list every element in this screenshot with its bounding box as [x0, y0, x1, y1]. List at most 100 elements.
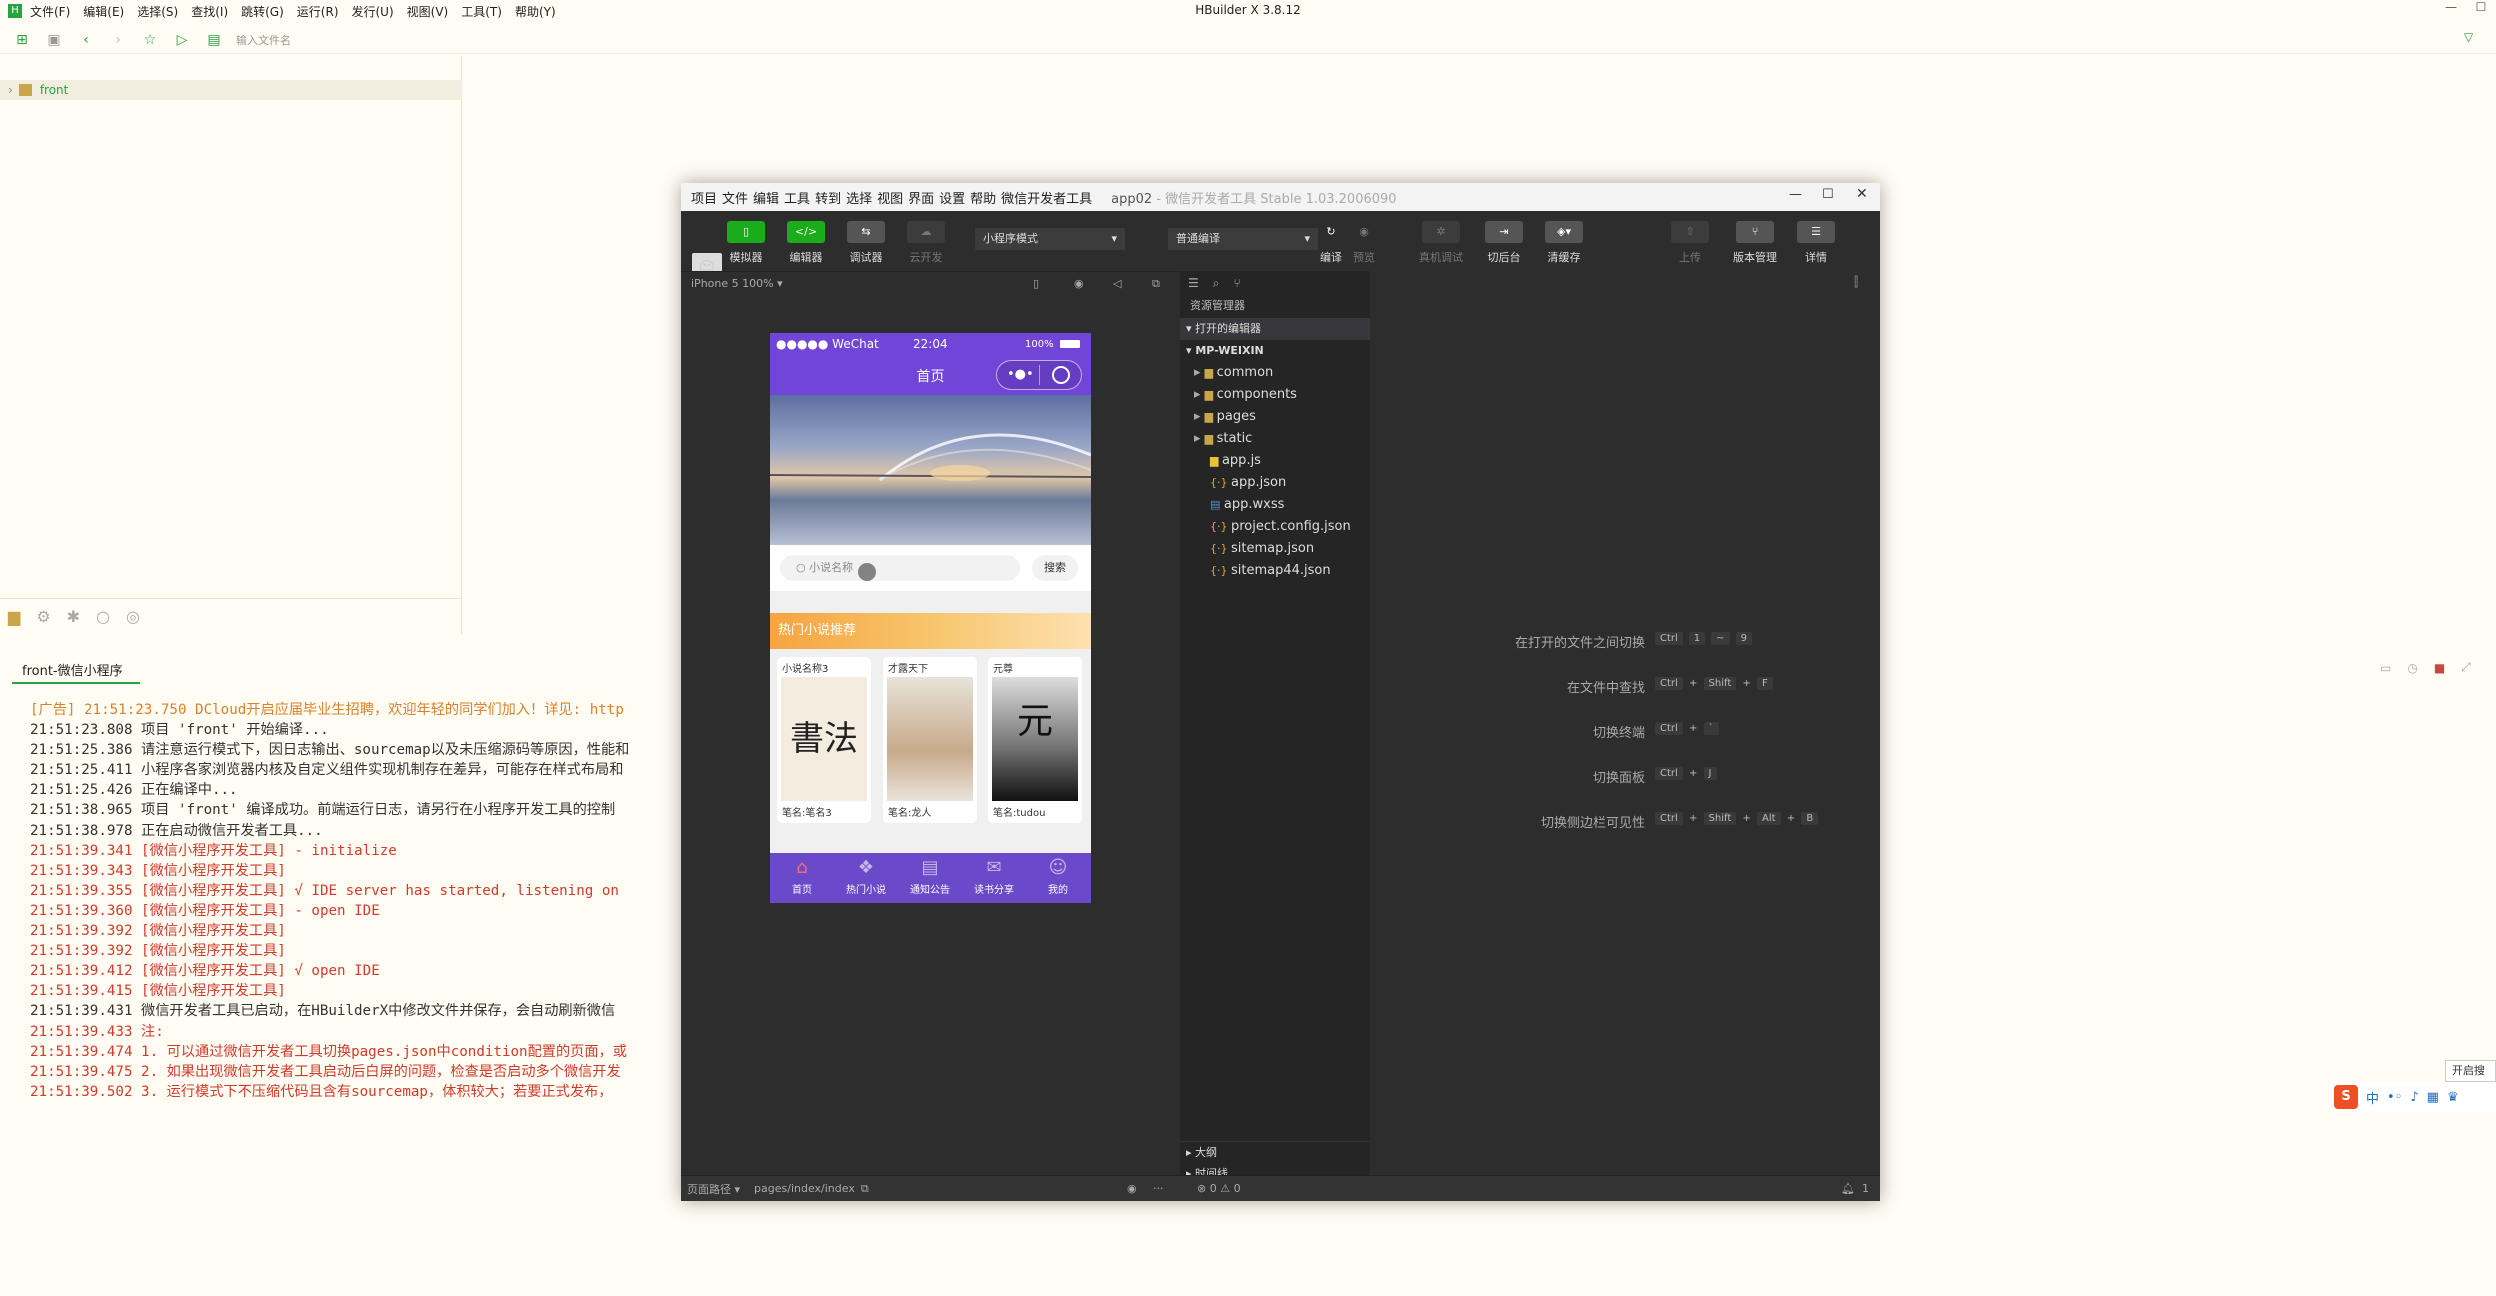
tab-hot[interactable]: ❖ 热门小说: [834, 853, 898, 903]
novel-search-input[interactable]: ○ 小说名称: [780, 555, 1020, 581]
chinese-mode-icon[interactable]: 中: [2366, 1088, 2379, 1107]
wx-maximize-icon[interactable]: ☐: [1822, 187, 1834, 202]
forward-icon[interactable]: ›: [108, 30, 128, 50]
more-icon[interactable]: ···: [1153, 1182, 1164, 1195]
details-button[interactable]: ☰ 详情: [1797, 221, 1835, 265]
remote-debug-button[interactable]: ✲ 真机调试: [1419, 221, 1463, 265]
history-icon[interactable]: ◷: [2407, 661, 2417, 675]
simulator-button[interactable]: ▯ 模拟器: [727, 221, 765, 265]
banner-image[interactable]: [770, 395, 1091, 545]
page-path-select[interactable]: 页面路径 ▾: [687, 1181, 740, 1197]
clear-cache-button[interactable]: ◈▾ 清缓存: [1545, 221, 1583, 265]
list-icon[interactable]: ☰: [1188, 276, 1199, 290]
wx-menu-settings[interactable]: 设置: [939, 188, 965, 207]
tab-mine[interactable]: ☺ 我的: [1026, 853, 1090, 903]
compile-button[interactable]: ↻ 编译: [1318, 221, 1344, 265]
star-icon[interactable]: ☆: [140, 30, 160, 50]
sogou-logo-icon[interactable]: S: [2334, 1085, 2358, 1109]
run-icon[interactable]: ▷: [172, 30, 192, 50]
search-placeholder: 小说名称: [809, 561, 854, 574]
punctuation-icon[interactable]: •◦: [2387, 1090, 2402, 1105]
novel-card[interactable]: 才露天下 笔名:龙人: [883, 657, 977, 823]
file-item[interactable]: {·} sitemap.json: [1180, 538, 1370, 560]
novel-card[interactable]: 元尊 元 笔名:tudou: [988, 657, 1082, 823]
tab-notice[interactable]: ▤ 通知公告: [898, 853, 962, 903]
new-file-icon[interactable]: ⊞: [12, 30, 32, 50]
folder-item[interactable]: ▸ ▆ pages: [1180, 406, 1370, 428]
volume-icon[interactable]: ◁: [1113, 277, 1121, 290]
save-icon[interactable]: ▣: [44, 30, 64, 50]
search-icon[interactable]: ⌕: [1213, 276, 1220, 291]
file-item[interactable]: ▆ app.js: [1180, 450, 1370, 472]
filter-icon[interactable]: ▽: [2464, 30, 2473, 44]
wx-menu-project[interactable]: 项目: [691, 188, 717, 207]
wx-menu-view[interactable]: 视图: [877, 188, 903, 207]
wx-menu-help[interactable]: 帮助: [970, 188, 996, 207]
wx-menu-edit[interactable]: 编辑: [753, 188, 779, 207]
capsule-button[interactable]: •●•: [996, 360, 1082, 390]
file-search-input[interactable]: 输入文件名: [236, 32, 291, 48]
copy-icon[interactable]: ⧉: [861, 1182, 869, 1196]
minimize-icon[interactable]: —: [2436, 0, 2466, 22]
wx-menu-goto[interactable]: 转到: [815, 188, 841, 207]
folder-item[interactable]: ▸ ▆ common: [1180, 362, 1370, 384]
cloud-icon[interactable]: ◎: [126, 607, 140, 626]
project-tree-item[interactable]: › front: [0, 80, 462, 100]
wx-menu-select[interactable]: 选择: [846, 188, 872, 207]
tab-share[interactable]: ✉ 读书分享: [962, 853, 1026, 903]
search-button[interactable]: 搜索: [1032, 555, 1078, 581]
wx-minimize-icon[interactable]: —: [1789, 187, 1802, 202]
file-item[interactable]: ▤ app.wxss: [1180, 494, 1370, 516]
tab-home[interactable]: ⌂ 首页: [770, 853, 834, 903]
split-icon[interactable]: ⫿: [1854, 275, 1858, 290]
wx-close-icon[interactable]: ✕: [1856, 186, 1868, 202]
keyboard-icon[interactable]: ▦: [2427, 1090, 2439, 1105]
file-item[interactable]: {·} sitemap44.json: [1180, 560, 1370, 582]
preview-button[interactable]: ◉ 预览: [1351, 221, 1377, 265]
bug-icon[interactable]: ✱: [67, 607, 80, 626]
mic-icon[interactable]: ♪: [2410, 1090, 2418, 1105]
folder-item[interactable]: ▸ ▆ components: [1180, 384, 1370, 406]
plugin-icon[interactable]: ⚙: [36, 607, 50, 626]
device-icon[interactable]: ▯: [1033, 277, 1039, 290]
backend-button[interactable]: ⇥ 切后台: [1485, 221, 1523, 265]
file-item[interactable]: {·} project.config.json: [1180, 516, 1370, 538]
device-select[interactable]: iPhone 5 100% ▾: [691, 277, 783, 290]
record-icon[interactable]: ◉: [1074, 277, 1084, 290]
search-icon[interactable]: ○: [96, 607, 110, 626]
compile-select[interactable]: 普通编译 ▾: [1168, 228, 1318, 250]
console-tab[interactable]: front-微信小程序: [22, 660, 123, 679]
debugger-button[interactable]: ⇆ 调试器: [847, 221, 885, 265]
editor-button[interactable]: </> 编辑器: [787, 221, 825, 265]
outline-section[interactable]: ▸ 大纲: [1180, 1141, 1370, 1163]
popout-icon[interactable]: ⧉: [1152, 277, 1160, 291]
maximize-icon[interactable]: ☐: [2466, 0, 2496, 22]
stop-icon[interactable]: ■: [2434, 661, 2445, 675]
root-folder[interactable]: ▾ MP-WEIXIN: [1180, 340, 1370, 362]
cloud-button[interactable]: ☁ 云开发: [907, 221, 945, 265]
wx-menu-ui[interactable]: 界面: [908, 188, 934, 207]
browser-icon[interactable]: ▤: [204, 30, 224, 50]
open-editors-section[interactable]: ▾ 打开的编辑器: [1180, 318, 1370, 340]
eye-icon[interactable]: ◉: [1127, 1182, 1137, 1195]
upload-button[interactable]: ⇧ 上传: [1671, 221, 1709, 265]
problems-count[interactable]: ⊗ 0 ⚠ 0: [1197, 1182, 1241, 1195]
expand-icon[interactable]: ⤢: [2461, 660, 2471, 675]
wx-menu-tools[interactable]: 工具: [784, 188, 810, 207]
back-icon[interactable]: ‹: [76, 30, 96, 50]
bell-icon[interactable]: 🔔︎: [1841, 1182, 1855, 1195]
skin-icon[interactable]: ♛: [2447, 1090, 2459, 1105]
wx-menu-file[interactable]: 文件: [722, 188, 748, 207]
close-target-icon[interactable]: [1052, 366, 1070, 384]
file-item[interactable]: {·} app.json: [1180, 472, 1370, 494]
novel-card[interactable]: 小说名称3 書法 笔名:笔名3: [777, 657, 871, 823]
folder-icon[interactable]: ▆: [8, 607, 20, 626]
version-button[interactable]: ⑂ 版本管理: [1733, 221, 1777, 265]
git-icon[interactable]: ⑂: [1234, 276, 1241, 290]
mode-select[interactable]: 小程序模式 ▾: [975, 228, 1125, 250]
clear-icon[interactable]: ▭: [2380, 661, 2391, 675]
folder-item[interactable]: ▸ ▆ static: [1180, 428, 1370, 450]
more-icon[interactable]: •●•: [1007, 367, 1034, 382]
wx-title-rest: - 微信开发者工具 Stable 1.03.2006090: [1152, 191, 1397, 207]
wx-menu-devtools[interactable]: 微信开发者工具: [1001, 188, 1092, 207]
